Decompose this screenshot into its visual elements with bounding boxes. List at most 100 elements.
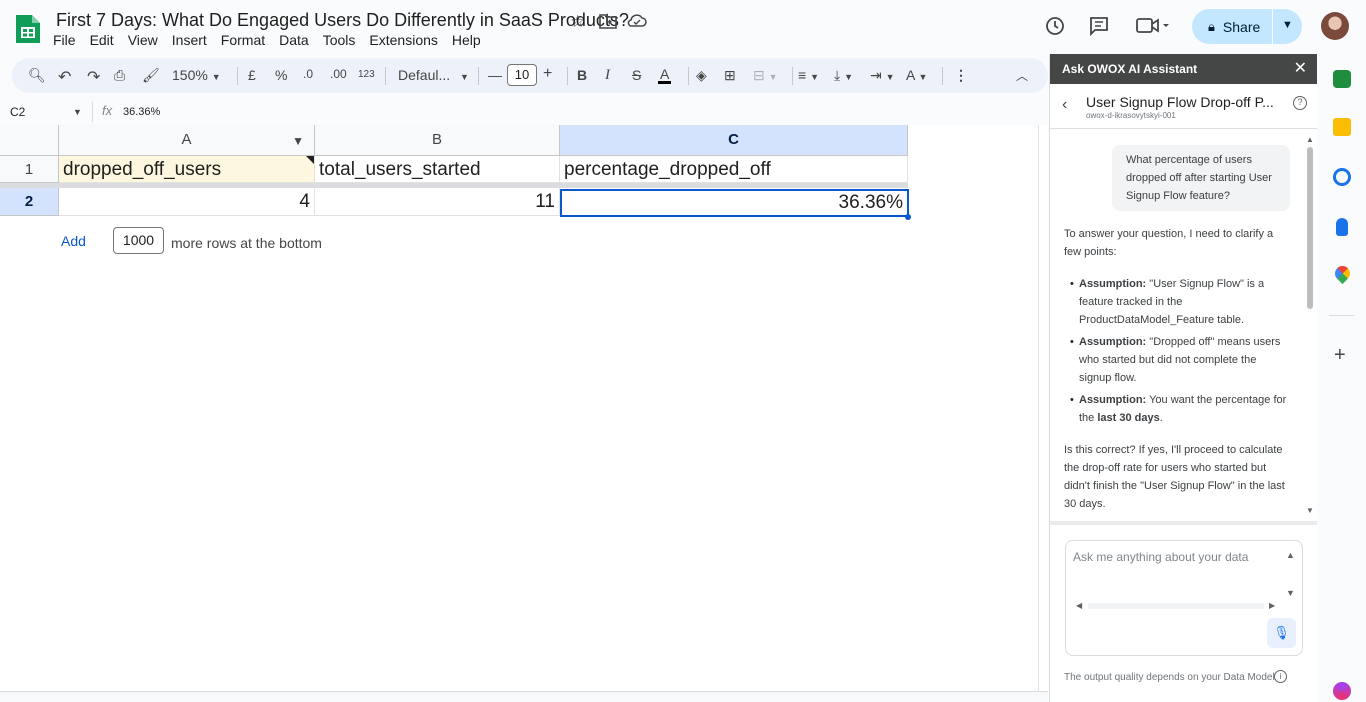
increase-decimal-button[interactable]: .00 — [330, 67, 347, 81]
comment-marker-icon — [306, 156, 314, 164]
meet-icon[interactable] — [1136, 17, 1170, 35]
share-label: Share — [1222, 18, 1261, 35]
column-header-b[interactable]: B — [315, 125, 560, 156]
add-rows-count-input[interactable]: 1000 — [113, 227, 164, 254]
text-wrapping-icon[interactable]: ⇥ ▼ — [870, 67, 895, 84]
text-color-button[interactable]: A — [658, 67, 672, 84]
print-icon[interactable]: ⎙ — [114, 67, 125, 84]
menu-tools[interactable]: Tools — [323, 32, 356, 48]
name-box-dropdown-icon[interactable]: ▼ — [73, 107, 82, 117]
bold-button[interactable]: B — [577, 67, 587, 83]
cell-c1[interactable]: percentage_dropped_off — [560, 156, 908, 183]
cell-a2[interactable]: 4 — [59, 188, 315, 216]
collapse-menus-icon[interactable]: ︿ — [1016, 67, 1028, 84]
panel-header: Ask OWOX AI Assistant — [1050, 54, 1318, 84]
cell-b2[interactable]: 11 — [315, 188, 560, 216]
more-options-icon[interactable]: ⋮ — [954, 67, 968, 84]
assumption-item: Assumption: "Dropped off" means users wh… — [1070, 333, 1288, 387]
increase-font-size-button[interactable]: + — [543, 65, 552, 83]
ai-assistant-panel: Ask OWOX AI Assistant ✕ ‹ User Signup Fl… — [1049, 54, 1318, 702]
menu-insert[interactable]: Insert — [172, 32, 207, 48]
chat-scrollbar[interactable]: ▲ ▼ — [1305, 135, 1315, 521]
vertical-align-icon[interactable]: ⤓ ▼ — [834, 67, 853, 84]
add-rows-button[interactable]: Add — [61, 233, 86, 249]
spreadsheet-grid[interactable]: A ▼ B C 1 2 dropped_off_users total_users… — [0, 125, 1048, 691]
contacts-icon[interactable] — [1336, 218, 1348, 236]
redo-icon[interactable]: ↷ — [87, 67, 100, 87]
percent-button[interactable]: % — [275, 67, 287, 83]
cell-a1[interactable]: dropped_off_users — [59, 156, 315, 183]
chat-input[interactable]: Ask me anything about your data ▲ ▼ ◀ ▶ 🎙… — [1065, 540, 1303, 656]
search-menus-icon[interactable]: 🔍︎ — [28, 67, 46, 84]
formula-input[interactable]: 36.36% — [123, 106, 160, 118]
back-arrow-icon[interactable]: ‹ — [1062, 96, 1067, 114]
menu-format[interactable]: Format — [221, 32, 265, 48]
assistant-intro: To answer your question, I need to clari… — [1064, 228, 1274, 258]
menu-view[interactable]: View — [128, 32, 158, 48]
add-rows-label: more rows at the bottom — [171, 235, 322, 251]
close-panel-icon[interactable]: ✕ — [1294, 54, 1307, 84]
menu-help[interactable]: Help — [452, 32, 481, 48]
filter-dropdown-icon[interactable]: ▼ — [292, 126, 304, 156]
fill-handle[interactable] — [905, 214, 911, 220]
maps-icon[interactable] — [1331, 262, 1354, 285]
cloud-saved-icon[interactable] — [627, 13, 647, 28]
column-header-a[interactable]: A ▼ — [59, 125, 315, 156]
get-addons-icon[interactable]: + — [1334, 344, 1346, 367]
font-size-input[interactable]: 10 — [507, 64, 537, 86]
vertical-scrollbar[interactable] — [1038, 125, 1048, 691]
sheets-logo-icon[interactable] — [14, 13, 42, 45]
document-title[interactable]: First 7 Days: What Do Engaged Users Do D… — [56, 10, 629, 31]
cell-c2[interactable]: 36.36% — [560, 189, 909, 217]
name-box[interactable]: C2 — [10, 105, 25, 119]
keep-icon[interactable] — [1333, 118, 1351, 136]
merge-cells-icon[interactable]: ⊟ ▼ — [753, 67, 778, 84]
currency-button[interactable]: £ — [248, 67, 256, 83]
microphone-icon[interactable]: 🎙︎ — [1267, 618, 1296, 648]
zoom-select[interactable]: 150% ▼ — [172, 67, 221, 83]
move-folder-icon[interactable] — [599, 13, 617, 29]
decrease-decimal-button[interactable]: .0 — [303, 67, 313, 81]
menu-file[interactable]: File — [53, 32, 76, 48]
font-select[interactable]: Defaul... ▼ — [398, 67, 469, 83]
select-all-corner[interactable] — [0, 125, 59, 156]
horizontal-scrollbar[interactable] — [0, 691, 1048, 702]
version-history-icon[interactable] — [1044, 15, 1066, 37]
fill-color-icon[interactable]: ◈ — [696, 67, 707, 84]
menu-data[interactable]: Data — [279, 32, 309, 48]
row-header-1[interactable]: 1 — [0, 156, 59, 183]
strikethrough-button[interactable]: S — [632, 67, 641, 83]
fx-icon: fx — [102, 103, 113, 118]
row-header-2[interactable]: 2 — [0, 188, 59, 216]
decrease-font-size-button[interactable]: — — [488, 67, 502, 83]
assistant-closing: Is this correct? If yes, I'll proceed to… — [1064, 444, 1285, 510]
italic-button[interactable]: I — [605, 67, 610, 84]
tasks-icon[interactable] — [1333, 168, 1351, 186]
sheets-addon-icon[interactable] — [1333, 70, 1351, 88]
number-format-button[interactable]: 123 — [358, 69, 375, 80]
assistant-assumptions: Assumption: "User Signup Flow" is a feat… — [1064, 275, 1288, 431]
info-icon[interactable]: i — [1274, 670, 1287, 683]
undo-icon[interactable]: ↶ — [58, 67, 71, 87]
text-rotation-icon[interactable]: A ▼ — [906, 67, 927, 83]
chat-log[interactable]: What percentage of users dropped off aft… — [1050, 129, 1318, 521]
avatar[interactable] — [1321, 12, 1349, 40]
comments-icon[interactable] — [1088, 15, 1110, 37]
lock-icon: 🔒︎ — [1208, 18, 1215, 34]
menu-edit[interactable]: Edit — [90, 32, 114, 48]
share-button[interactable]: 🔒︎ Share ▼ — [1192, 9, 1302, 44]
horizontal-align-icon[interactable]: ≡ ▼ — [798, 67, 819, 83]
star-icon[interactable]: ☆ — [570, 12, 585, 32]
borders-icon[interactable]: ⊞ — [724, 67, 736, 84]
help-icon[interactable]: ? — [1293, 96, 1307, 110]
menu-bar: File Edit View Insert Format Data Tools … — [53, 32, 495, 48]
column-header-c[interactable]: C — [560, 125, 908, 156]
menu-extensions[interactable]: Extensions — [369, 32, 437, 48]
cell-b1[interactable]: total_users_started — [315, 156, 560, 183]
share-dropdown-icon[interactable]: ▼ — [1282, 19, 1293, 31]
assumption-item: Assumption: You want the percentage for … — [1070, 391, 1288, 427]
gemini-icon[interactable] — [1333, 682, 1351, 700]
conversation-title: User Signup Flow Drop-off P... — [1086, 94, 1274, 110]
paint-format-icon[interactable]: 🖌︎ — [142, 67, 160, 84]
conversation-subtitle: owox-d-ikrasovytskyi-001 — [1086, 111, 1176, 120]
